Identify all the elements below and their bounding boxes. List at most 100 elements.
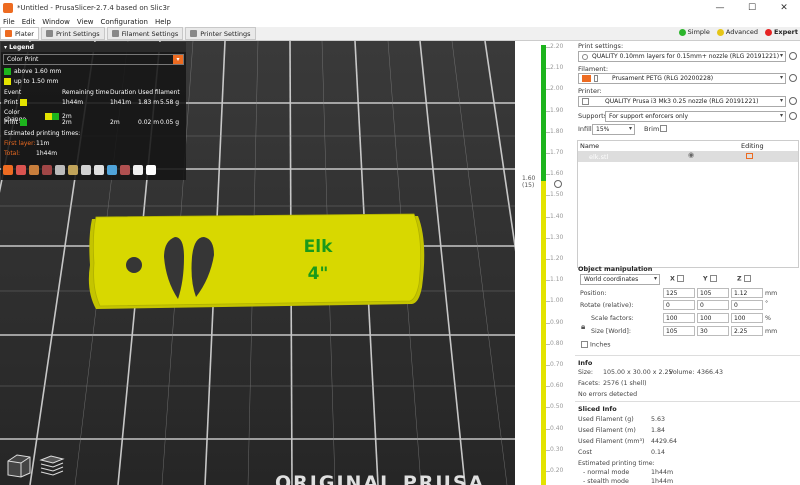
size-z-field[interactable]: 2.25 — [731, 326, 763, 336]
position-x-field[interactable]: 125 — [663, 288, 695, 298]
legend-panel[interactable]: ▾ Legend Color Print ▾ above 1.60 mm up t… — [1, 42, 186, 180]
color-changes-toggle-icon[interactable] — [81, 165, 91, 175]
tool-marker-toggle-icon[interactable] — [146, 165, 156, 175]
slider-tick-mark — [546, 386, 550, 388]
maximize-button[interactable]: ☐ — [736, 0, 768, 16]
rotate-label: Rotate (relative): — [580, 302, 634, 309]
slider-tick-mark — [546, 110, 550, 112]
chevron-down-icon: ▾ — [173, 55, 183, 64]
supports-combo[interactable]: For support enforcers only ▾ — [605, 111, 786, 122]
slices-view-icon[interactable] — [38, 451, 66, 479]
rotate-y-field[interactable]: 0 — [697, 300, 729, 310]
chevron-down-icon: ▾ — [779, 112, 783, 119]
mode-advanced[interactable]: Advanced — [716, 28, 758, 36]
eye-icon[interactable]: ◉ — [688, 151, 694, 159]
info-errors: No errors detected — [578, 391, 638, 398]
info-size-label: Size: — [578, 369, 594, 376]
printer-combo[interactable]: QUALITY Prusa i3 Mk3 0.25 nozzle (RLG 20… — [578, 96, 786, 107]
rotate-z-field[interactable]: 0 — [731, 300, 763, 310]
mode-simple[interactable]: Simple — [678, 28, 710, 36]
position-y-field[interactable]: 105 — [697, 288, 729, 298]
slider-tick-label: 2.00 — [550, 85, 564, 93]
current-layer-label: 1.60 (15) — [522, 175, 536, 189]
tool-changes-toggle-icon[interactable] — [68, 165, 78, 175]
lock-icon[interactable]: 🔒︎ — [581, 322, 585, 332]
range-color-swatch — [4, 68, 11, 75]
menu-file[interactable]: File — [3, 18, 15, 26]
size-x-field[interactable]: 105 — [663, 326, 695, 336]
gear-icon[interactable] — [789, 97, 797, 105]
slider-thumb[interactable] — [554, 180, 562, 188]
used-filament-m-value: 1.84 — [651, 427, 666, 434]
mode-expert[interactable]: Expert — [764, 28, 798, 36]
slider-tick-label: 1.00 — [550, 297, 564, 305]
tab-plater[interactable]: Plater — [0, 27, 39, 40]
minimize-button[interactable]: — — [704, 0, 736, 16]
gear-icon[interactable] — [789, 112, 797, 120]
scale-x-field[interactable]: 100 — [663, 313, 695, 323]
slider-tick-mark — [546, 280, 550, 282]
position-z-field[interactable]: 1.12 — [731, 288, 763, 298]
info-volume-label: Volume: — [669, 369, 695, 376]
legend-header[interactable]: ▾ Legend — [1, 42, 186, 52]
scale-y-field[interactable]: 100 — [697, 313, 729, 323]
edit-icon[interactable] — [746, 153, 753, 159]
cost-value: 0.14 — [651, 449, 666, 456]
slider-track-lower[interactable] — [541, 181, 546, 485]
shells-toggle-icon[interactable] — [133, 165, 143, 175]
slider-tick-label: 1.10 — [550, 276, 564, 284]
retractions-toggle-icon[interactable] — [29, 165, 39, 175]
menu-edit[interactable]: Edit — [22, 18, 36, 26]
menu-window[interactable]: Window — [42, 18, 70, 26]
view-type-select[interactable]: Color Print ▾ — [3, 54, 184, 65]
estimated-time-label: Estimated printing time: — [578, 460, 655, 467]
slider-tick-label: 2.20 — [550, 43, 564, 50]
slider-tick-mark — [546, 153, 550, 154]
list-item[interactable]: elk.stl ◉ — [578, 151, 798, 162]
plater-icon — [5, 30, 12, 37]
filament-preset-icon — [594, 75, 598, 82]
filament-combo[interactable]: Prusament PETG (RLG 20200228) ▾ — [578, 73, 786, 84]
scale-z-field[interactable]: 100 — [731, 313, 763, 323]
gear-icon[interactable] — [789, 74, 797, 82]
axis-y-icon — [709, 275, 717, 282]
menu-configuration[interactable]: Configuration — [101, 18, 148, 26]
rotate-x-field[interactable]: 0 — [663, 300, 695, 310]
chevron-down-icon: ▾ — [779, 97, 783, 104]
layer-slider[interactable]: 1.60 (15) 2.20 2.10 2.00 1.90 1.80 1.70 1.60 1.5… — [515, 41, 575, 485]
inches-checkbox[interactable] — [581, 341, 588, 348]
seams-toggle-icon[interactable] — [55, 165, 65, 175]
tab-print-settings[interactable]: Print Settings — [40, 27, 105, 40]
slider-tick-mark — [546, 471, 550, 472]
slider-tick-label: 0.60 — [550, 382, 564, 390]
layers-view-icon[interactable] — [5, 451, 33, 479]
title-bar: *Untitled - PrusaSlicer-2.7.4 based on S… — [0, 0, 800, 16]
brim-checkbox[interactable] — [660, 125, 667, 132]
axis-z-label: Z — [737, 275, 742, 283]
center-of-gravity-toggle-icon[interactable] — [120, 165, 130, 175]
simple-mode-icon — [678, 28, 686, 36]
custom-gcode-toggle-icon[interactable] — [107, 165, 117, 175]
3d-scene[interactable]: Elk 4" ORIGINAL PRUSA ▾ Legend Color Pri… — [0, 41, 515, 485]
travel-toggle-icon[interactable] — [3, 165, 13, 175]
menu-help[interactable]: Help — [155, 18, 171, 26]
slider-tick-label: 0.70 — [550, 361, 564, 368]
wipe-toggle-icon[interactable] — [16, 165, 26, 175]
gear-icon[interactable] — [789, 52, 797, 60]
scale-unit: % — [765, 315, 771, 322]
infill-combo[interactable]: 15% ▾ — [592, 124, 635, 135]
close-button[interactable]: ✕ — [768, 0, 800, 16]
pause-prints-toggle-icon[interactable] — [94, 165, 104, 175]
inches-toggle[interactable]: Inches — [581, 341, 610, 349]
deretractions-toggle-icon[interactable] — [42, 165, 52, 175]
tab-filament-settings[interactable]: Filament Settings — [106, 27, 184, 40]
size-y-field[interactable]: 30 — [697, 326, 729, 336]
print-settings-combo[interactable]: QUALITY 0.10mm layers for 0.15mm+ nozzle… — [578, 51, 786, 62]
object-list: Name Editing elk.stl ◉ — [577, 140, 799, 268]
coordinates-combo[interactable]: World coordinates ▾ — [580, 274, 660, 285]
menu-view[interactable]: View — [77, 18, 94, 26]
printer-label: Printer: — [578, 87, 602, 95]
slider-tick-mark — [546, 47, 550, 48]
tab-printer-settings[interactable]: Printer Settings — [185, 27, 256, 40]
slider-tick-mark — [546, 195, 550, 197]
